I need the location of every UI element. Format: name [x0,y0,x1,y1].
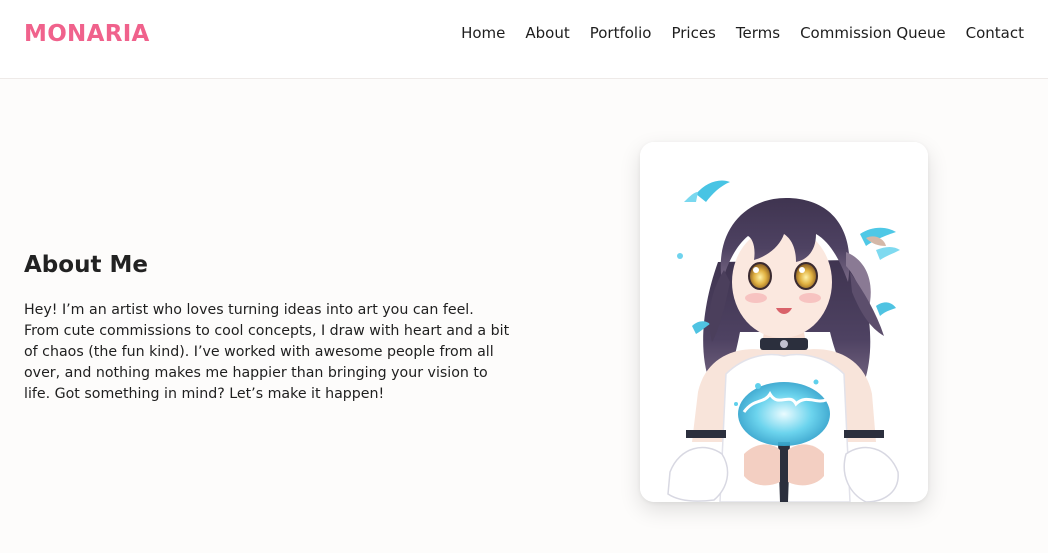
about-title: About Me [24,252,148,278]
nav-link-contact[interactable]: Contact [966,22,1024,44]
artist-portrait-illustration [640,142,928,502]
nav-link-terms[interactable]: Terms [736,22,780,44]
artist-portrait-card [640,142,928,502]
nav-link-portfolio[interactable]: Portfolio [590,22,652,44]
nav-link-home[interactable]: Home [461,22,505,44]
nav-link-prices[interactable]: Prices [671,22,715,44]
site-header: MONARIA Home About Portfolio Prices Term… [0,0,1048,79]
nav-link-commission-queue[interactable]: Commission Queue [800,22,946,44]
nav-link-about[interactable]: About [525,22,569,44]
about-description: Hey! I’m an artist who loves turning ide… [24,302,510,402]
site-logo[interactable]: MONARIA [24,19,150,49]
main-nav: Home About Portfolio Prices Terms Commis… [441,22,1024,44]
